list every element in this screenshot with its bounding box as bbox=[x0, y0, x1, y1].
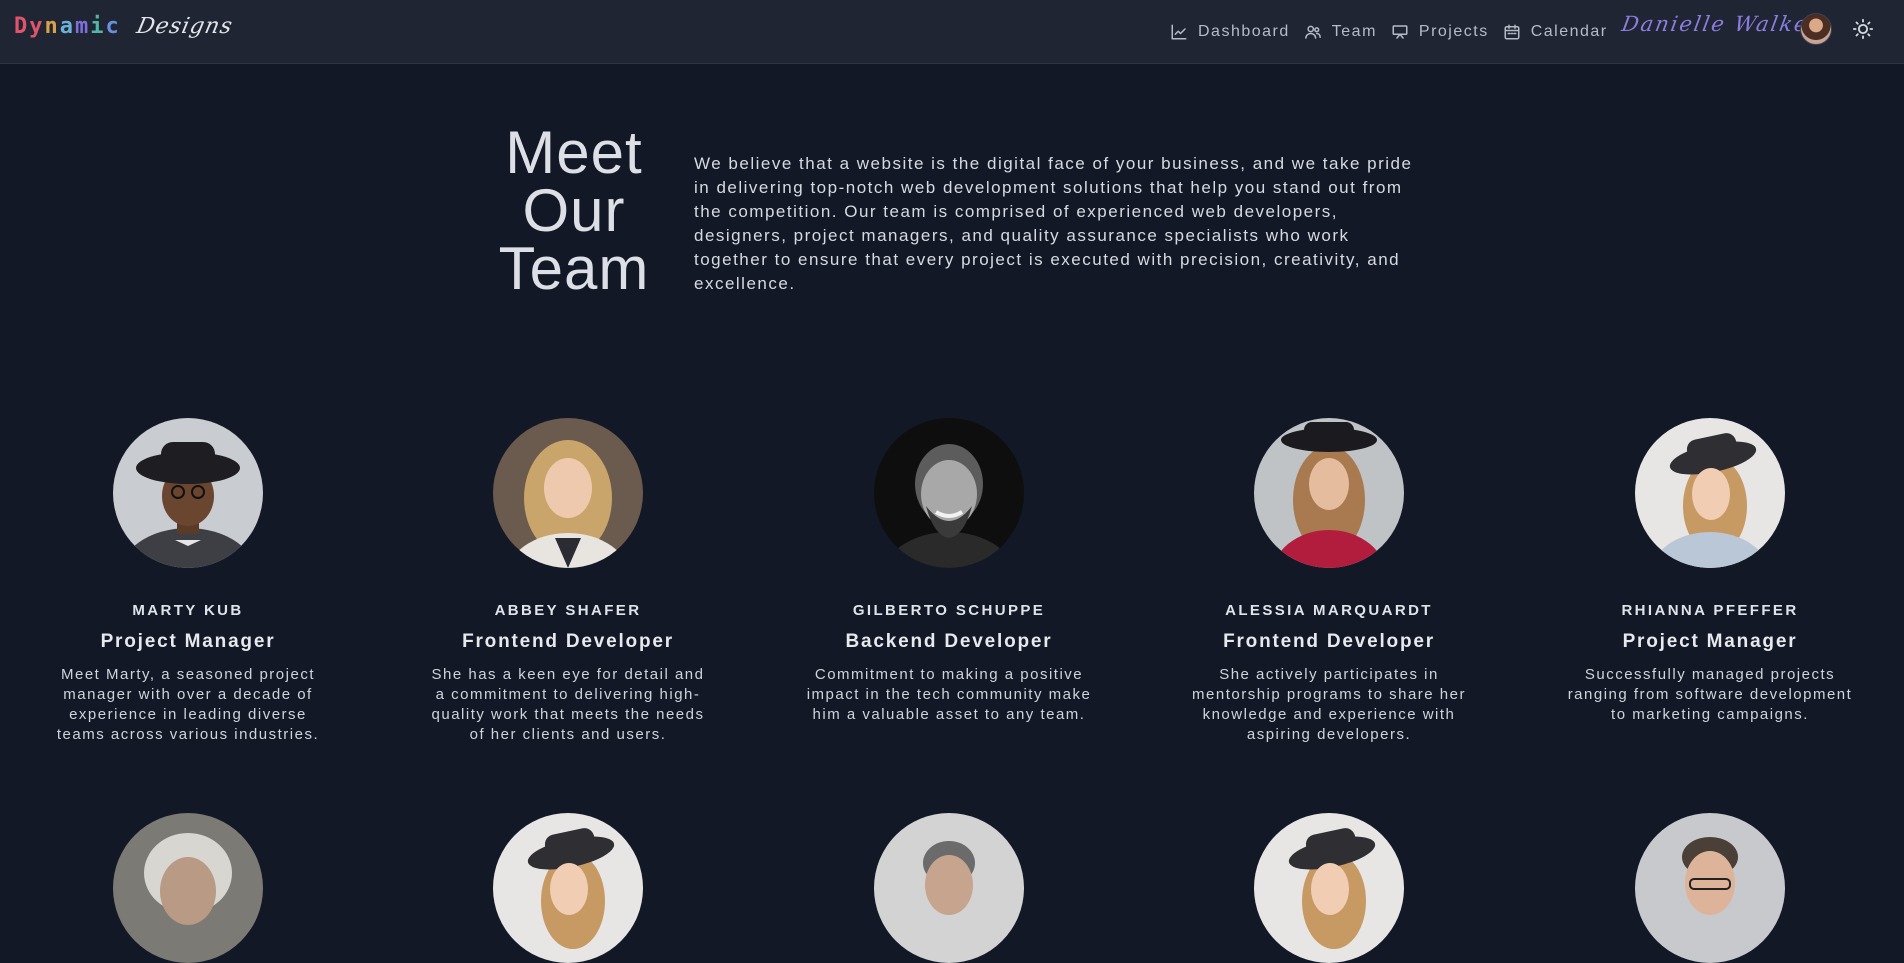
portrait-image bbox=[874, 418, 1024, 568]
brand-wordmark: Dynamic bbox=[14, 14, 121, 39]
presentation-icon bbox=[1392, 25, 1408, 39]
team-member-card: RHIANNA PFEFFER Project Manager Successf… bbox=[1560, 418, 1860, 725]
brand-letter: i bbox=[90, 14, 106, 39]
team-member-card: ALESSIA MARQUARDT Frontend Developer She… bbox=[1179, 418, 1479, 745]
nav-link-label: Dashboard bbox=[1198, 23, 1290, 40]
nav-link-projects[interactable]: Projects bbox=[1391, 23, 1489, 41]
portrait-image bbox=[874, 813, 1024, 963]
nav-link-label: Projects bbox=[1418, 23, 1489, 40]
member-bio: Meet Marty, a seasoned project manager w… bbox=[56, 666, 320, 743]
team-member-card: GILBERTO SCHUPPE Backend Developer Commi… bbox=[799, 418, 1099, 725]
team-member-card: MARTY KUB Project Manager Meet Marty, a … bbox=[38, 418, 338, 745]
member-name: MARTY KUB bbox=[132, 602, 244, 619]
member-photo bbox=[1254, 813, 1404, 963]
portrait-image bbox=[1635, 418, 1785, 568]
page-title: Meet Our Team bbox=[490, 119, 658, 302]
member-bio: She has a keen eye for detail and a comm… bbox=[431, 666, 705, 743]
member-photo bbox=[1254, 418, 1404, 568]
portrait-image bbox=[1254, 813, 1404, 963]
team-member-card bbox=[1560, 813, 1860, 963]
team-member-card bbox=[38, 813, 338, 963]
users-icon bbox=[1304, 25, 1321, 39]
team-member-card bbox=[418, 813, 718, 963]
brand-letter: c bbox=[105, 14, 121, 39]
top-navbar: Dynamic Designs Dashboard Team Projects … bbox=[0, 0, 1904, 64]
nav-link-team[interactable]: Team bbox=[1304, 23, 1377, 41]
member-photo bbox=[1635, 813, 1785, 963]
team-member-card: ABBEY SHAFER Frontend Developer She has … bbox=[418, 418, 718, 745]
brand-letter: n bbox=[44, 14, 60, 39]
member-photo bbox=[113, 813, 263, 963]
nav-link-calendar[interactable]: Calendar bbox=[1503, 23, 1608, 41]
member-photo bbox=[874, 813, 1024, 963]
title-line: Our bbox=[522, 177, 626, 244]
nav-link-label: Calendar bbox=[1530, 23, 1608, 40]
brand-letter: m bbox=[75, 14, 91, 39]
main-nav: Dashboard Team Projects Calendar bbox=[1170, 0, 1622, 64]
portrait-image bbox=[113, 813, 263, 963]
member-photo bbox=[493, 418, 643, 568]
member-photo bbox=[113, 418, 263, 568]
member-role: Project Manager bbox=[1622, 631, 1798, 652]
member-photo bbox=[874, 418, 1024, 568]
member-bio: She actively participates in mentorship … bbox=[1192, 666, 1466, 743]
portrait-image bbox=[113, 418, 263, 568]
member-name: RHIANNA PFEFFER bbox=[1621, 602, 1799, 619]
member-role: Backend Developer bbox=[845, 631, 1053, 652]
portrait-image bbox=[493, 418, 643, 568]
portrait-image bbox=[493, 813, 643, 963]
member-name: ALESSIA MARQUARDT bbox=[1225, 602, 1433, 619]
calendar-icon bbox=[1504, 24, 1520, 40]
brand-script-text: Designs bbox=[134, 14, 235, 39]
member-role: Frontend Developer bbox=[1223, 631, 1435, 652]
avatar[interactable] bbox=[1800, 13, 1832, 45]
team-member-card bbox=[799, 813, 1099, 963]
chart-line-icon bbox=[1171, 24, 1187, 40]
nav-link-label: Team bbox=[1331, 23, 1377, 40]
portrait-image bbox=[1635, 813, 1785, 963]
member-role: Project Manager bbox=[100, 631, 276, 652]
sun-icon[interactable] bbox=[1852, 18, 1874, 40]
team-member-card bbox=[1179, 813, 1479, 963]
member-photo bbox=[1635, 418, 1785, 568]
member-name: GILBERTO SCHUPPE bbox=[852, 602, 1046, 619]
member-name: ABBEY SHAFER bbox=[494, 602, 642, 619]
intro-paragraph: We believe that a website is the digital… bbox=[694, 154, 1413, 293]
brand-letter: D bbox=[14, 14, 30, 39]
member-photo bbox=[493, 813, 643, 963]
member-bio: Commitment to making a positive impact i… bbox=[806, 666, 1092, 723]
brand-letter: a bbox=[59, 14, 75, 39]
title-line: Team bbox=[498, 235, 650, 302]
member-role: Frontend Developer bbox=[462, 631, 674, 652]
user-name[interactable]: Danielle Walker bbox=[1620, 12, 1823, 36]
brand-logo[interactable]: Dynamic Designs bbox=[14, 14, 235, 39]
nav-link-dashboard[interactable]: Dashboard bbox=[1170, 23, 1290, 41]
member-bio: Successfully managed projects ranging fr… bbox=[1567, 666, 1853, 723]
title-line: Meet bbox=[505, 119, 643, 186]
portrait-image bbox=[1254, 418, 1404, 568]
brand-letter: y bbox=[29, 14, 45, 39]
